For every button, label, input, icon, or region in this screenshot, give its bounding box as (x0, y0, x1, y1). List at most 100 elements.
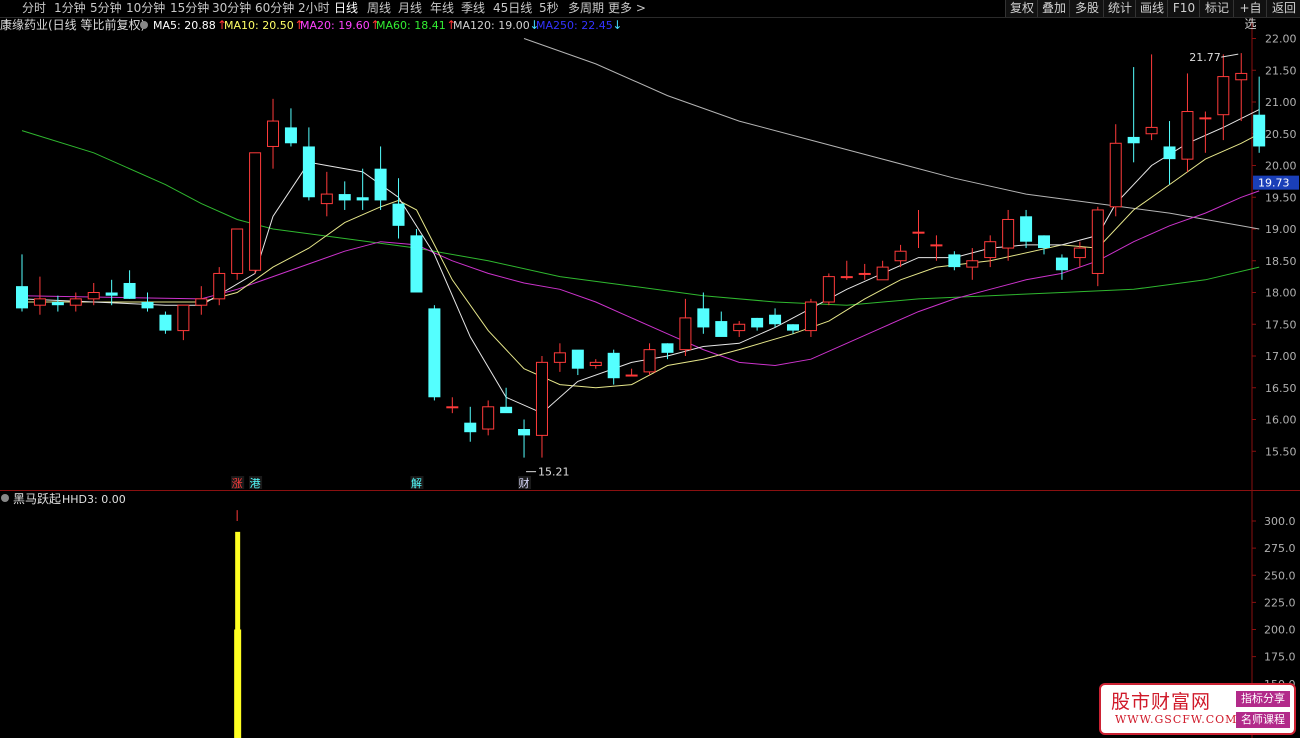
period-tab[interactable]: 周线 (367, 1, 391, 16)
toolbar-button[interactable]: +自选 (1233, 0, 1267, 31)
collapse-icon[interactable] (1, 494, 9, 502)
candle-body[interactable] (374, 168, 387, 201)
candle-body[interactable] (1253, 114, 1266, 147)
candle-body[interactable] (1199, 117, 1212, 120)
period-tab[interactable]: 5秒 (539, 1, 559, 16)
candle-body[interactable] (356, 197, 369, 201)
candle-body[interactable] (1217, 76, 1230, 116)
candle-body[interactable] (1145, 126, 1158, 135)
candle-body[interactable] (33, 298, 46, 306)
candle-body[interactable] (284, 127, 297, 144)
period-tab[interactable]: 分时 (22, 1, 46, 16)
candle-body[interactable] (338, 194, 351, 201)
candle-body[interactable] (1020, 216, 1033, 242)
candle-body[interactable] (500, 406, 513, 414)
toolbar-button[interactable]: 复权 (1005, 0, 1038, 17)
toolbar-button[interactable]: 画线 (1135, 0, 1168, 17)
period-tab[interactable]: 多周期 (568, 1, 604, 16)
candle-body[interactable] (679, 317, 692, 351)
candle-body[interactable] (428, 308, 441, 398)
candle-body[interactable] (858, 272, 871, 275)
candle-body[interactable] (195, 298, 208, 306)
candle-body[interactable] (392, 203, 405, 226)
candle-body[interactable] (1235, 72, 1248, 81)
candle-body[interactable] (464, 422, 477, 433)
period-tab[interactable]: 45日线 (493, 1, 532, 16)
period-tab[interactable]: 10分钟 (126, 1, 165, 16)
period-tab[interactable]: 60分钟 (255, 1, 294, 16)
candle-body[interactable] (966, 260, 979, 268)
period-tab[interactable]: 月线 (398, 1, 422, 16)
candle-body[interactable] (786, 324, 799, 331)
candle-body[interactable] (123, 282, 136, 299)
toolbar-button[interactable]: F10 (1167, 0, 1200, 17)
candle-body[interactable] (249, 152, 262, 271)
candle-body[interactable] (177, 304, 190, 332)
candle-body[interactable] (930, 244, 943, 247)
period-tab[interactable]: 更多 > (608, 1, 646, 16)
candle-body[interactable] (16, 286, 28, 309)
candle-body[interactable] (571, 349, 584, 369)
candle-body[interactable] (51, 302, 64, 306)
candle-body[interactable] (751, 317, 764, 328)
candle-body[interactable] (1073, 247, 1086, 259)
candle-body[interactable] (105, 292, 118, 296)
candle-body[interactable] (733, 323, 746, 332)
candle-body[interactable] (1109, 142, 1122, 208)
candle-body[interactable] (804, 301, 817, 332)
candle-body[interactable] (840, 276, 853, 279)
toolbar-button[interactable]: 多股 (1069, 0, 1104, 17)
candle-body[interactable] (1002, 218, 1015, 249)
candle-body[interactable] (1091, 209, 1104, 274)
period-tab[interactable]: 1分钟 (54, 1, 86, 16)
period-tab[interactable]: 2小时 (298, 1, 330, 16)
ma-legend-item: MA60: 18.41 (376, 19, 446, 32)
period-tab[interactable]: 年线 (430, 1, 454, 16)
candle-body[interactable] (769, 314, 782, 325)
candle-body[interactable] (446, 406, 459, 409)
candle-body[interactable] (643, 349, 656, 373)
period-tab[interactable]: 日线 (334, 1, 358, 16)
period-tab[interactable]: 季线 (461, 1, 485, 16)
candle-body[interactable] (1127, 136, 1140, 144)
candle-body[interactable] (267, 120, 280, 147)
candle-body[interactable] (661, 343, 674, 353)
candle-body[interactable] (535, 361, 548, 436)
candle-body[interactable] (607, 352, 620, 379)
candle-body[interactable] (948, 254, 961, 268)
candle-body[interactable] (410, 235, 423, 293)
toolbar-button[interactable]: 统计 (1103, 0, 1136, 17)
candle-body[interactable] (589, 361, 602, 367)
candle-body[interactable] (1055, 257, 1068, 271)
kline-chart[interactable]: 22.00 21.50 21.00 20.50 20.00 19.50 19.00 18.50… (0, 0, 1300, 738)
candle-body[interactable] (1181, 111, 1194, 160)
candle-body[interactable] (302, 146, 315, 198)
candle-body[interactable] (320, 193, 333, 205)
candle-body[interactable] (482, 406, 495, 430)
period-tab[interactable]: 30分钟 (212, 1, 251, 16)
candle-body[interactable] (213, 272, 226, 300)
toolbar-button[interactable]: 标记 (1199, 0, 1234, 17)
candle-body[interactable] (69, 298, 82, 306)
candle-body[interactable] (1038, 235, 1051, 249)
collapse-icon[interactable] (140, 21, 148, 29)
candle-body[interactable] (159, 314, 172, 331)
candle-body[interactable] (231, 228, 244, 274)
period-tab[interactable]: 5分钟 (90, 1, 122, 16)
candle-body[interactable] (984, 241, 997, 259)
candle-body[interactable] (894, 250, 907, 262)
toolbar-button[interactable]: 叠加 (1037, 0, 1070, 17)
candle-body[interactable] (876, 266, 889, 281)
candle-body[interactable] (553, 352, 566, 363)
candle-body[interactable] (822, 276, 835, 303)
candle-body[interactable] (1163, 146, 1176, 160)
candle-body[interactable] (87, 292, 100, 300)
candle-body[interactable] (697, 308, 710, 328)
candle-body[interactable] (518, 429, 531, 436)
toolbar-button[interactable]: 返回 (1266, 0, 1300, 17)
candle-body[interactable] (141, 302, 154, 309)
candle-body[interactable] (625, 374, 638, 377)
candle-body[interactable] (715, 321, 728, 337)
candle-body[interactable] (912, 231, 925, 234)
period-tab[interactable]: 15分钟 (170, 1, 209, 16)
